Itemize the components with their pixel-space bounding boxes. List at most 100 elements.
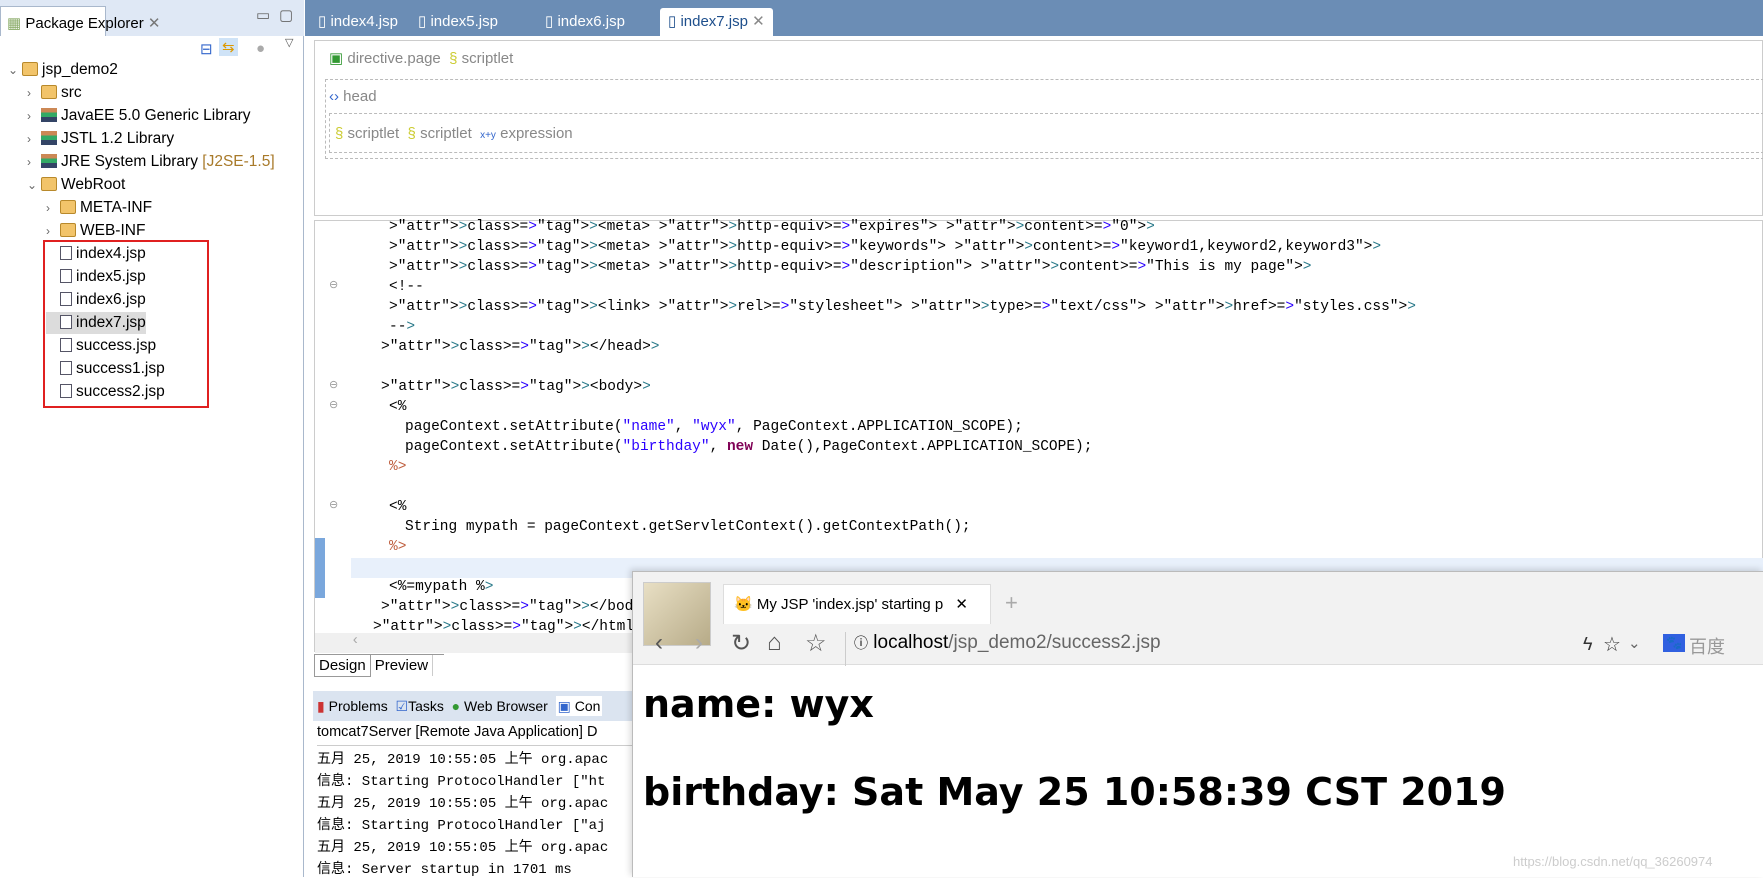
chevron-right-icon[interactable]: › <box>46 220 60 242</box>
filter-icon[interactable]: ● <box>256 40 265 57</box>
editor-tab[interactable]: ▯ index5.jsp <box>418 8 498 36</box>
tab-design[interactable]: Design <box>314 655 371 677</box>
highlight-box <box>43 240 209 408</box>
fold-icon[interactable]: ⊖ <box>329 278 338 292</box>
chevron-right-icon[interactable]: › <box>46 197 60 219</box>
code-line[interactable]: >"attr">>class>=>"tag">></body>> <box>365 597 660 617</box>
expression[interactable]: expression <box>500 125 573 142</box>
reload-icon[interactable]: ↻ <box>731 629 751 658</box>
tree-item[interactable]: › WEB-INF <box>46 220 145 242</box>
scriptlet[interactable]: scriptlet <box>420 125 472 142</box>
tab-preview[interactable]: Preview <box>371 655 434 676</box>
editor-tab[interactable]: ▯ index7.jsp ✕ <box>660 8 773 36</box>
chevron-down-icon[interactable]: ⌄ <box>8 59 22 81</box>
code-line[interactable]: >"attr">>class>=>"tag">><meta> >"attr">>… <box>365 237 1381 257</box>
tree-item[interactable]: › JRE System Library [J2SE-1.5] <box>27 151 275 173</box>
code-line[interactable]: pageContext.setAttribute("name", "wyx", … <box>365 417 1023 437</box>
view-menu-icon[interactable]: ▽ <box>285 36 293 49</box>
minimize-icon[interactable]: ▭ <box>256 6 270 24</box>
package-explorer-panel: ▦ Package Explorer ✕ ▭ ▢ ⊟ ⇆ ● ▽ ⌄ jsp_de… <box>0 0 304 877</box>
tab-tasks[interactable]: ☑Tasks <box>396 698 444 714</box>
tasks-icon: ☑ <box>395 698 409 714</box>
head-label[interactable]: ‹› head <box>329 88 377 105</box>
chevron-right-icon[interactable]: › <box>27 151 41 173</box>
forward-icon[interactable]: › <box>695 629 703 657</box>
package-explorer-tab[interactable]: ▦ Package Explorer ✕ <box>0 6 161 36</box>
tree-item[interactable]: ⌄ WebRoot <box>27 174 125 196</box>
new-tab-icon[interactable]: + <box>1005 590 1018 616</box>
maximize-icon[interactable]: ▢ <box>279 6 293 24</box>
search-engine-label[interactable]: 百度 <box>1689 633 1725 659</box>
folder-icon <box>60 200 76 214</box>
tree-item-label: WebRoot <box>61 176 126 193</box>
tree-item[interactable]: › JSTL 1.2 Library <box>27 128 174 150</box>
tree-item-label: src <box>61 84 82 101</box>
console-line: 五月 25, 2019 10:55:05 上午 org.apac <box>317 752 609 768</box>
scriptlet[interactable]: scriptlet <box>462 50 514 67</box>
design-row2: § scriptlet § scriptlet x+y expression <box>335 125 573 142</box>
close-icon[interactable]: ✕ <box>752 13 765 30</box>
fold-icon[interactable]: ⊖ <box>329 398 338 412</box>
tree-item[interactable]: › META-INF <box>46 197 152 219</box>
tab-problems[interactable]: ▮ Problems <box>317 698 388 714</box>
close-icon[interactable]: ✕ <box>148 15 161 32</box>
lightning-icon[interactable]: ϟ <box>1583 634 1593 655</box>
design-row1: ▣ directive.page § scriptlet <box>329 49 513 67</box>
package-folder-icon <box>41 85 57 99</box>
editor-tab[interactable]: ▯ index6.jsp <box>545 8 625 36</box>
close-tab-icon[interactable]: ✕ <box>955 596 968 613</box>
browser-tab[interactable]: 🐱 My JSP 'index.jsp' starting p ✕ <box>723 584 991 624</box>
code-line[interactable]: >"attr">>class>=>"tag">><body>> <box>365 377 651 397</box>
collapse-all-icon[interactable]: ⊟ <box>200 40 213 58</box>
editor-tab[interactable]: ▯ index4.jsp <box>318 8 398 36</box>
jsp-file-icon: ▯ <box>418 13 427 30</box>
code-line[interactable]: >"attr">>class>=>"tag">></head>> <box>365 337 660 357</box>
tab-console[interactable]: ▣ Con <box>555 696 603 716</box>
tree-item[interactable]: › JavaEE 5.0 Generic Library <box>27 105 251 127</box>
jsp-file-icon: ▯ <box>545 13 554 30</box>
tree-item-label: JRE System Library <box>61 153 198 170</box>
editor-mode-tabs: Design Preview <box>314 654 444 678</box>
console-line: 五月 25, 2019 10:55:05 上午 org.apac <box>317 840 609 856</box>
bookmark-star-icon[interactable]: ☆ <box>805 629 827 658</box>
browser-chrome: 🐱 My JSP 'index.jsp' starting p ✕ + ‹ › … <box>633 572 1763 666</box>
code-line[interactable]: String mypath = pageContext.getServletCo… <box>365 517 971 537</box>
link-with-editor-icon[interactable]: ⇆ <box>219 38 238 56</box>
tree-item[interactable]: › src <box>27 82 82 104</box>
dropdown-icon[interactable]: ⌄ <box>1628 634 1641 652</box>
favorite-icon[interactable]: ☆ <box>1603 632 1621 657</box>
chevron-right-icon[interactable]: › <box>27 82 41 104</box>
change-marker <box>315 538 325 598</box>
tree-item[interactable]: ⌄ jsp_demo2 <box>8 59 118 81</box>
code-line[interactable]: %> <box>365 537 406 557</box>
chevron-right-icon[interactable]: › <box>27 128 41 150</box>
back-icon[interactable]: ‹ <box>655 629 663 657</box>
chevron-down-icon[interactable]: ⌄ <box>27 174 41 196</box>
fold-icon[interactable]: ⊖ <box>329 378 338 392</box>
scriptlet-icon: § <box>335 125 344 142</box>
browser-window: 🐱 My JSP 'index.jsp' starting p ✕ + ‹ › … <box>632 571 1763 877</box>
code-line[interactable]: <% <box>365 397 406 417</box>
code-line[interactable]: <% <box>365 497 406 517</box>
code-line[interactable]: --> <box>365 317 415 337</box>
chevron-right-icon[interactable]: › <box>27 105 41 127</box>
library-icon <box>41 154 57 168</box>
code-line[interactable]: >"attr">>class>=>"tag">><meta> >"attr">>… <box>365 217 1155 237</box>
code-line[interactable]: >"attr">>class>=>"tag">><meta> >"attr">>… <box>365 257 1311 277</box>
code-line[interactable]: pageContext.setAttribute("birthday", new… <box>365 437 1092 457</box>
tree-item-suffix: [J2SE-1.5] <box>202 153 275 170</box>
tab-web-browser[interactable]: ● Web Browser <box>452 698 548 714</box>
code-line[interactable]: <%=mypath %> <box>365 577 493 597</box>
jsp-file-icon: ▯ <box>318 13 327 30</box>
code-line[interactable]: >"attr">>class>=>"tag">><link> >"attr">>… <box>365 297 1416 317</box>
code-line[interactable]: <!-- <box>365 277 424 297</box>
scriptlet-icon: § <box>449 50 458 67</box>
code-line[interactable]: %> <box>365 457 406 477</box>
folder-icon <box>60 223 76 237</box>
directive-page[interactable]: directive.page <box>347 50 440 67</box>
home-icon[interactable]: ⌂ <box>767 629 782 657</box>
directive-icon: ▣ <box>329 50 344 67</box>
address-bar[interactable]: ⓘ localhost/jsp_demo2/success2.jsp <box>845 632 1161 666</box>
fold-icon[interactable]: ⊖ <box>329 498 338 512</box>
scriptlet[interactable]: scriptlet <box>348 125 400 142</box>
